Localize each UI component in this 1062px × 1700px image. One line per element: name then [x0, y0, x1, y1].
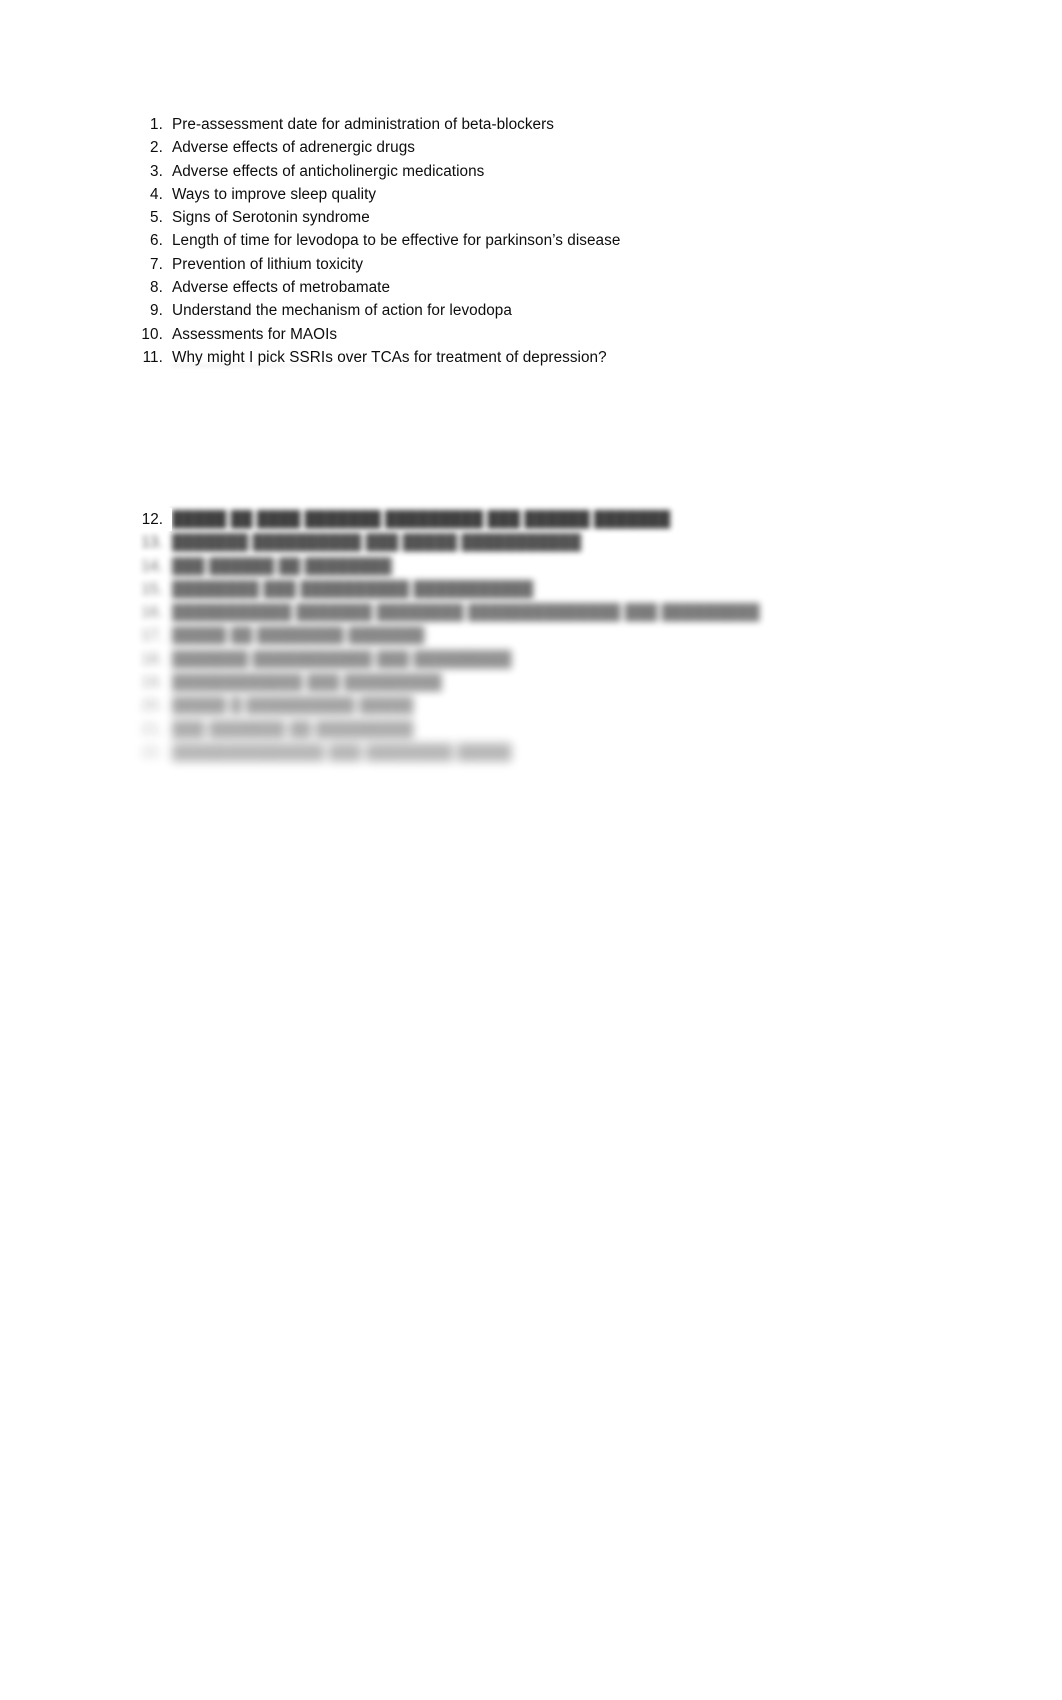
list-item: 20. █████ █ ██████████ █████: [0, 694, 1062, 717]
list-item-number: 17.: [141, 627, 163, 645]
list-item-text: █████ ██ ████ ███████ █████████ ███ ████…: [172, 511, 671, 528]
list-item: 1. Pre-assessment date for administratio…: [0, 113, 1062, 136]
question-list-legible: 1. Pre-assessment date for administratio…: [0, 113, 1062, 369]
document-page: 1. Pre-assessment date for administratio…: [0, 0, 1062, 1700]
list-item-text: ███████ ██████████ ███ █████ ███████████: [172, 534, 582, 552]
list-item-text: Understand the mechanism of action for l…: [172, 302, 512, 320]
list-item-text: ████████ ███ ██████████ ███████████: [172, 580, 534, 598]
list-item: 9. Understand the mechanism of action fo…: [0, 299, 1062, 322]
list-item: 13. ███████ ██████████ ███ █████ ███████…: [0, 531, 1062, 554]
list-item-number: 20.: [141, 697, 163, 715]
list-item: 16. ███████████ ███████ ████████ ███████…: [0, 601, 1062, 624]
list-item-text: ███████ ███████████ ███ █████████: [172, 650, 512, 668]
list-item-text: Ways to improve sleep quality: [172, 185, 377, 203]
list-item-number: 18.: [141, 650, 163, 668]
list-item-number: 7.: [150, 255, 163, 273]
list-item: 15. ████████ ███ ██████████ ███████████: [0, 578, 1062, 601]
list-item-text: ███████████ ███████ ████████ ███████████…: [172, 604, 760, 622]
list-item-number: 10.: [141, 325, 163, 343]
list-item: 6. Length of time for levodopa to be eff…: [0, 229, 1062, 252]
list-item-text: Adverse effects of anticholinergic medic…: [172, 162, 485, 180]
list-item-number: 5.: [150, 209, 163, 227]
list-item: 14. ███ ██████ ██ ████████: [0, 555, 1062, 578]
list-item: 2. Adverse effects of adrenergic drugs: [0, 136, 1062, 159]
list-item-number: 1.: [150, 116, 163, 133]
list-item: 21. ███ ███████ ██ █████████: [0, 718, 1062, 741]
list-item: 10. Assessments for MAOIs: [0, 323, 1062, 346]
list-item-text: ███ ███████ ██ █████████: [172, 720, 414, 738]
redaction-smudge: [172, 364, 624, 367]
list-item-number: 13.: [141, 534, 163, 552]
list-item-text: ██████████████ ███ ████████ █████: [172, 743, 512, 761]
list-item: 5. Signs of Serotonin syndrome: [0, 206, 1062, 229]
list-item-number: 21.: [141, 720, 163, 738]
list-item-number: 4.: [150, 185, 163, 203]
list-item-text: Signs of Serotonin syndrome: [172, 209, 370, 227]
redacted-list-visible-marker: 12.: [130, 508, 172, 532]
list-item: 4. Ways to improve sleep quality: [0, 183, 1062, 206]
list-item-number: 16.: [141, 604, 163, 622]
list-item: 19. ████████████ ███ █████████: [0, 671, 1062, 694]
list-item-number: 3.: [150, 162, 163, 180]
list-item-text: Assessments for MAOIs: [172, 325, 338, 343]
list-item-text: Prevention of lithium toxicity: [172, 255, 364, 273]
list-item-number: 22.: [141, 743, 163, 761]
list-item: 17. █████ ██ ████████ ███████: [0, 624, 1062, 647]
list-item-number: 11.: [142, 348, 163, 366]
list-item: 7. Prevention of lithium toxicity: [0, 253, 1062, 276]
list-item-text: Adverse effects of metrobamate: [172, 279, 391, 297]
redacted-list-blur-layer: 12. █████ ██ ████ ███████ █████████ ███ …: [0, 508, 1062, 764]
list-item-number: 14.: [141, 557, 163, 575]
list-item: 18. ███████ ███████████ ███ █████████: [0, 648, 1062, 671]
list-item-text: ███ ██████ ██ ████████: [172, 557, 392, 575]
list-item-number: 2.: [150, 139, 163, 157]
list-item: 3. Adverse effects of anticholinergic me…: [0, 160, 1062, 183]
list-item-number: 6.: [150, 232, 163, 250]
list-item-text: █████ █ ██████████ █████: [172, 697, 414, 715]
list-item-number: 9.: [150, 302, 163, 320]
list-item-text: Pre-assessment date for administration o…: [172, 116, 554, 133]
list-item-text: Adverse effects of adrenergic drugs: [172, 139, 415, 157]
list-item-text: █████ ██ ████████ ███████: [172, 627, 425, 645]
list-item-number: 19.: [141, 674, 163, 692]
list-item: 22. ██████████████ ███ ████████ █████: [0, 741, 1062, 764]
list-item-text: ████████████ ███ █████████: [172, 674, 442, 692]
list-item-number: 8.: [150, 279, 163, 297]
list-item-text: Length of time for levodopa to be effect…: [172, 232, 621, 250]
list-item-number: 15.: [141, 580, 163, 598]
list-item: 8. Adverse effects of metrobamate: [0, 276, 1062, 299]
